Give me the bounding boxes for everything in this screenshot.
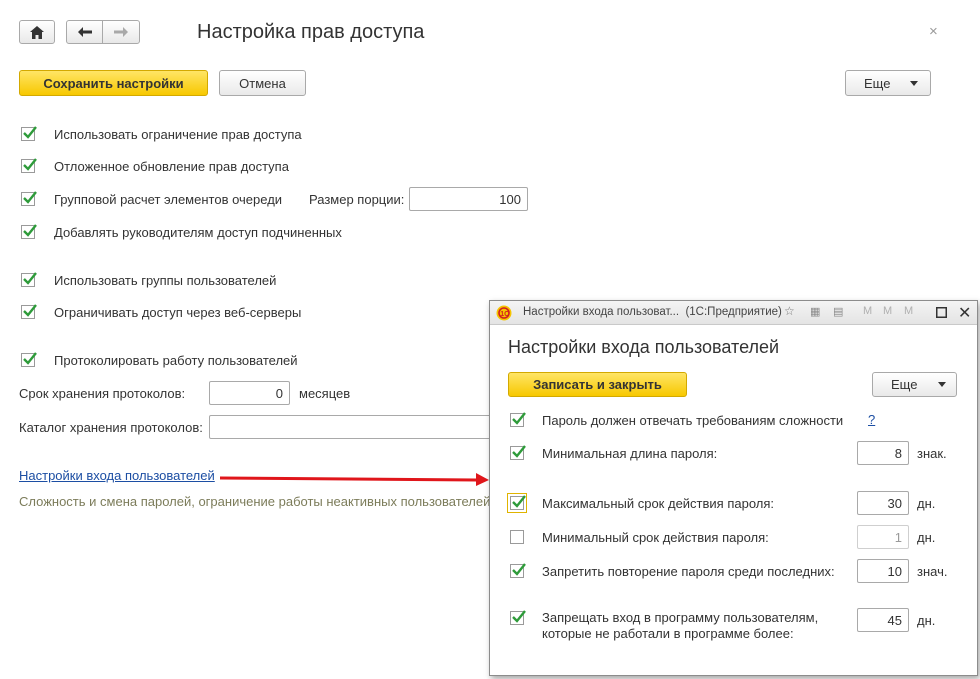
log-retention-label: Срок хранения протоколов: bbox=[19, 386, 186, 401]
m-memory-icon[interactable]: M bbox=[863, 305, 872, 317]
max-age-checkbox[interactable] bbox=[507, 493, 527, 513]
dialog-window-title: Настройки входа пользоват... (1С:Предпри… bbox=[523, 306, 782, 318]
calculator-icon[interactable]: ▦ bbox=[810, 305, 820, 318]
log-retention-input[interactable]: 0 bbox=[209, 381, 290, 405]
dialog-more-button[interactable]: Еще bbox=[872, 372, 957, 397]
checkmark-icon bbox=[23, 272, 37, 285]
close-icon[interactable]: × bbox=[929, 23, 938, 40]
login-settings-dialog: 1С Настройки входа пользоват... (1С:Пред… bbox=[489, 300, 978, 676]
login-settings-link[interactable]: Настройки входа пользователей bbox=[19, 468, 215, 483]
dialog-titlebar: 1С Настройки входа пользоват... (1С:Пред… bbox=[490, 301, 977, 325]
inactive-label-line2: которые не работали в программе более: bbox=[542, 626, 794, 641]
max-age-unit: дн. bbox=[917, 496, 936, 511]
dialog-close-icon[interactable]: ✕ bbox=[958, 303, 971, 323]
inactive-checkbox[interactable] bbox=[510, 610, 526, 625]
min-age-unit: дн. bbox=[917, 530, 936, 545]
red-arrow-annotation bbox=[219, 473, 489, 486]
checkmark-icon bbox=[23, 158, 37, 171]
min-age-input: 1 bbox=[857, 525, 909, 549]
star-icon[interactable]: ☆ bbox=[784, 304, 795, 318]
chevron-down-icon bbox=[938, 382, 946, 387]
user-groups-label: Использовать группы пользователей bbox=[54, 273, 277, 288]
save-and-close-button[interactable]: Записать и закрыть bbox=[508, 372, 687, 397]
min-length-checkbox[interactable] bbox=[510, 445, 526, 460]
cancel-button[interactable]: Отмена bbox=[219, 70, 306, 96]
use-restriction-checkbox[interactable] bbox=[21, 126, 37, 141]
deferred-update-checkbox[interactable] bbox=[21, 158, 37, 173]
forward-button[interactable] bbox=[102, 20, 140, 44]
no-repeat-label: Запретить повторение пароля среди послед… bbox=[542, 564, 835, 579]
dialog-more-label: Еще bbox=[891, 377, 918, 392]
checkmark-icon bbox=[512, 445, 526, 458]
more-menu-button[interactable]: Еще bbox=[845, 70, 931, 96]
inactive-label-line1: Запрещать вход в программу пользователям… bbox=[542, 610, 819, 625]
log-work-label: Протоколировать работу пользователей bbox=[54, 353, 298, 368]
maximize-icon[interactable] bbox=[936, 307, 947, 318]
help-link[interactable]: ? bbox=[868, 412, 875, 427]
save-and-close-label: Записать и закрыть bbox=[533, 377, 662, 392]
log-catalog-label: Каталог хранения протоколов: bbox=[19, 420, 203, 435]
save-settings-button[interactable]: Сохранить настройки bbox=[19, 70, 208, 96]
web-servers-label: Ограничивать доступ через веб-серверы bbox=[54, 305, 302, 320]
min-length-input[interactable]: 8 bbox=[857, 441, 909, 465]
checkmark-icon bbox=[512, 412, 526, 425]
deferred-update-label: Отложенное обновление прав доступа bbox=[54, 159, 289, 174]
min-age-label: Минимальный срок действия пароля: bbox=[542, 530, 769, 545]
chevron-down-icon bbox=[910, 80, 918, 86]
log-retention-unit: месяцев bbox=[299, 386, 351, 401]
log-work-checkbox[interactable] bbox=[21, 352, 37, 367]
inactive-unit: дн. bbox=[917, 613, 936, 628]
login-settings-hint: Сложность и смена паролей, ограничение р… bbox=[19, 494, 494, 509]
m-minus-icon[interactable]: M bbox=[904, 305, 913, 317]
cancel-label: Отмена bbox=[239, 75, 286, 91]
m-plus-icon[interactable]: M bbox=[883, 305, 892, 317]
page-title: Настройка прав доступа bbox=[197, 21, 425, 43]
more-label: Еще bbox=[864, 75, 891, 91]
max-age-label: Максимальный срок действия пароля: bbox=[542, 496, 775, 511]
complexity-checkbox[interactable] bbox=[510, 412, 526, 427]
checkmark-icon bbox=[23, 224, 37, 237]
complexity-label: Пароль должен отвечать требованиям сложн… bbox=[542, 413, 844, 428]
app-1c-icon: 1С bbox=[496, 305, 512, 321]
dialog-title: Настройки входа пользователей bbox=[508, 337, 780, 357]
min-age-checkbox[interactable] bbox=[510, 530, 524, 544]
min-length-unit: знак. bbox=[917, 446, 947, 461]
web-servers-checkbox[interactable] bbox=[21, 304, 37, 319]
inactive-input[interactable]: 45 bbox=[857, 608, 909, 632]
forward-arrow-icon bbox=[114, 27, 128, 37]
checkmark-icon bbox=[512, 610, 526, 623]
max-age-input[interactable]: 30 bbox=[857, 491, 909, 515]
checkmark-icon bbox=[512, 563, 526, 576]
portion-size-input[interactable]: 100 bbox=[409, 187, 528, 211]
use-restriction-label: Использовать ограничение прав доступа bbox=[54, 127, 302, 142]
home-icon bbox=[30, 25, 44, 39]
svg-text:1С: 1С bbox=[500, 311, 509, 318]
checkmark-icon bbox=[23, 352, 37, 365]
user-groups-checkbox[interactable] bbox=[21, 272, 37, 287]
portion-size-label: Размер порции: bbox=[309, 192, 405, 207]
checkmark-icon bbox=[23, 191, 37, 204]
home-button[interactable] bbox=[19, 20, 55, 44]
no-repeat-unit: знач. bbox=[917, 564, 948, 579]
save-settings-label: Сохранить настройки bbox=[43, 75, 184, 91]
calendar-icon[interactable]: ▤ bbox=[833, 305, 843, 318]
log-catalog-input[interactable] bbox=[209, 415, 499, 439]
checkmark-icon bbox=[23, 304, 37, 317]
group-calc-label: Групповой расчет элементов очереди bbox=[54, 192, 283, 207]
checkmark-icon bbox=[512, 495, 526, 508]
add-managers-checkbox[interactable] bbox=[21, 224, 37, 239]
no-repeat-checkbox[interactable] bbox=[510, 563, 526, 578]
no-repeat-input[interactable]: 10 bbox=[857, 559, 909, 583]
group-calc-checkbox[interactable] bbox=[21, 191, 37, 206]
back-arrow-icon bbox=[77, 27, 92, 37]
back-button[interactable] bbox=[66, 20, 103, 44]
min-length-label: Минимальная длина пароля: bbox=[542, 446, 718, 461]
checkmark-icon bbox=[23, 126, 37, 139]
add-managers-label: Добавлять руководителям доступ подчиненн… bbox=[54, 225, 342, 240]
